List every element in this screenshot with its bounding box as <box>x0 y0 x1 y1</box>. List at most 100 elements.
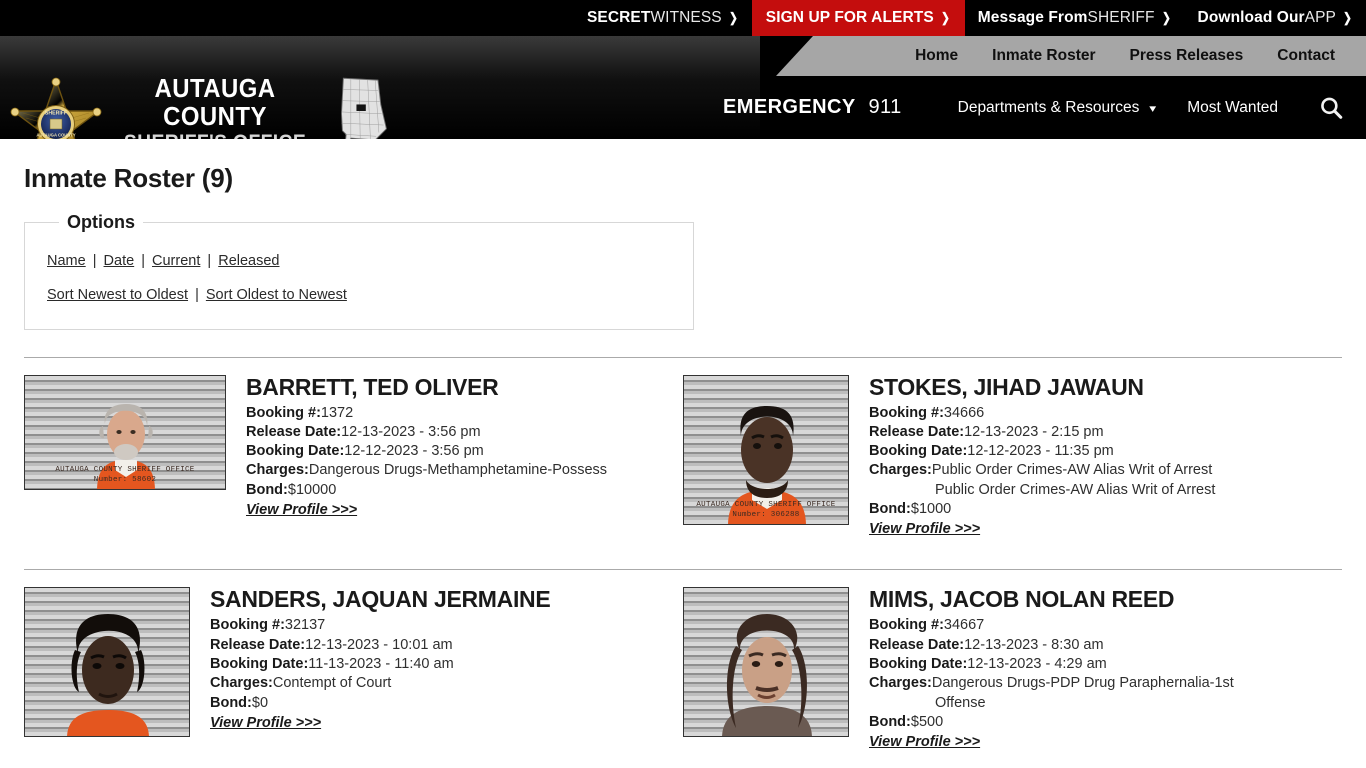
chevron-right-icon: ❯ <box>1343 10 1352 25</box>
chevron-right-icon: ❯ <box>1161 10 1171 25</box>
nav-contact[interactable]: Contact <box>1260 47 1352 65</box>
options-sort-row: Sort Newest to Oldest | Sort Oldest to N… <box>47 285 693 307</box>
chevron-right-icon: ❯ <box>940 10 950 25</box>
topbar-label-light: SHERIFF <box>1087 9 1155 26</box>
option-sort-newest-to-oldest[interactable]: Sort Newest to Oldest <box>47 287 188 303</box>
inmate-booking-date: Booking Date:12-12-2023 - 3:56 pm <box>246 442 675 461</box>
field-label: Bond: <box>869 713 911 730</box>
topbar-item-secret-witness[interactable]: SECRET WITNESS ❯ <box>574 0 752 36</box>
field-value: Dangerous Drugs-Methamphetamine-Possess <box>308 462 608 479</box>
option-date[interactable]: Date <box>104 253 135 269</box>
inmate-booking-date: Booking Date:12-13-2023 - 4:29 am <box>869 655 1334 674</box>
topbar-item-message-from-sheriff[interactable]: Message From SHERIFF ❯ <box>965 0 1185 36</box>
mugshot-container: AUTAUGA COUNTY SHERIFF OFFICE Number: 58… <box>24 374 226 539</box>
mugshot-caption: AUTAUGA COUNTY SHERIFF OFFICE Number: 30… <box>684 500 848 520</box>
topbar-item-download-our-app[interactable]: Download Our APP ❯ <box>1185 0 1366 36</box>
mugshot-image <box>683 587 849 738</box>
field-value: 12-13-2023 - 10:01 am <box>305 636 453 653</box>
mugshot-image <box>24 587 190 738</box>
mugshot-image: AUTAUGA COUNTY SHERIFF OFFICE Number: 30… <box>683 374 849 525</box>
roster-row: AUTAUGA COUNTY SHERIFF OFFICE Number: 58… <box>24 356 1342 539</box>
option-separator: | <box>207 253 212 269</box>
inmate-booking-number: Booking #:34667 <box>869 616 1334 635</box>
inmate-booking-number: Booking #:32137 <box>210 616 675 635</box>
mugshot-subject <box>722 614 812 737</box>
field-label: Booking #: <box>210 617 285 634</box>
field-value: Contempt of Court <box>272 675 392 692</box>
inmate-bond: Bond:$0 <box>210 694 675 713</box>
topbar-label-strong: Download Our <box>1197 9 1305 26</box>
inmate-card: SANDERS, JAQUAN JERMAINE Booking #:32137… <box>24 587 683 751</box>
option-sort-oldest-to-newest[interactable]: Sort Oldest to Newest <box>206 287 347 303</box>
field-label: Charges: <box>210 675 273 692</box>
inmate-name: STOKES, JIHAD JAWAUN <box>869 373 1144 400</box>
field-value: $1000 <box>910 501 952 518</box>
topbar-item-sign-up-for-alerts[interactable]: SIGN UP FOR ALERTS ❯ <box>751 0 965 36</box>
nav-departments-and-resources[interactable]: Departments & Resources ▾ <box>942 99 1172 117</box>
departments-label: Departments & Resources <box>957 98 1140 116</box>
field-value: 12-13-2023 - 3:56 pm <box>341 423 481 440</box>
inmate-card: AUTAUGA COUNTY SHERIFF OFFICE Number: 30… <box>683 373 1342 539</box>
org-title-block: AUTAUGA COUNTY SHERIFF'S OFFICE Phone: 3… <box>104 74 326 139</box>
topbar-label-light: WITNESS <box>650 9 722 26</box>
search-icon[interactable] <box>1316 93 1346 123</box>
view-profile-link[interactable]: View Profile >>> <box>246 502 357 518</box>
nav-home[interactable]: Home <box>898 47 975 65</box>
nav-most-wanted[interactable]: Most Wanted <box>1171 99 1294 117</box>
field-label: Charges: <box>246 462 309 479</box>
site-header: SHERIFF AUTAUGA COUNTY AUTAUGA COUNTY SH… <box>0 36 1366 139</box>
option-name[interactable]: Name <box>47 253 86 269</box>
nav-inmate-roster[interactable]: Inmate Roster <box>975 47 1112 65</box>
view-profile-link[interactable]: View Profile >>> <box>869 734 980 750</box>
sheriff-star-badge-icon: SHERIFF AUTAUGA COUNTY <box>6 72 106 139</box>
field-value: $500 <box>910 713 944 730</box>
inmate-charges: Charges:Contempt of Court <box>210 674 675 693</box>
svg-text:AUTAUGA COUNTY: AUTAUGA COUNTY <box>36 133 76 138</box>
mugshot-container <box>683 587 849 751</box>
field-label: Release Date: <box>869 636 965 653</box>
org-name-line2: SHERIFF'S OFFICE <box>113 130 317 139</box>
mugshot-caption-line1: AUTAUGA COUNTY SHERIFF OFFICE <box>55 466 195 475</box>
inmate-booking-date: Booking Date:12-12-2023 - 11:35 pm <box>869 442 1334 461</box>
mugshot-image: AUTAUGA COUNTY SHERIFF OFFICE Number: 58… <box>24 374 226 490</box>
chevron-right-icon: ❯ <box>728 10 738 25</box>
inmate-booking-number: Booking #:1372 <box>246 404 675 423</box>
field-label: Booking Date: <box>210 656 309 673</box>
chevron-down-icon: ▾ <box>1149 102 1156 115</box>
inmate-release-date: Release Date:12-13-2023 - 3:56 pm <box>246 423 675 442</box>
field-value: 32137 <box>284 617 326 634</box>
options-panel: Options Name | Date | Current | Released… <box>24 212 694 330</box>
option-current[interactable]: Current <box>152 253 200 269</box>
field-label: Release Date: <box>869 423 965 440</box>
field-value: Public Order Crimes-AW Alias Writ of Arr… <box>931 462 1213 479</box>
topbar-label-light: APP <box>1304 9 1336 26</box>
field-label: Charges: <box>869 462 932 479</box>
mugshot-caption-line2: Number: 306288 <box>732 511 800 520</box>
field-label: Booking Date: <box>869 443 968 460</box>
inmate-release-date: Release Date:12-13-2023 - 8:30 am <box>869 636 1334 655</box>
field-label: Booking Date: <box>246 443 345 460</box>
inmate-info: SANDERS, JAQUAN JERMAINE Booking #:32137… <box>190 587 675 751</box>
option-released[interactable]: Released <box>218 253 279 269</box>
view-profile-link[interactable]: View Profile >>> <box>869 521 980 537</box>
inmate-name: BARRETT, TED OLIVER <box>246 373 499 400</box>
mugshot-subject <box>67 614 149 737</box>
emergency-label: EMERGENCY <box>723 96 856 118</box>
option-separator: | <box>141 253 145 269</box>
field-value: 12-13-2023 - 4:29 am <box>967 656 1107 673</box>
option-separator: | <box>195 286 199 303</box>
topbar-label-strong: SIGN UP FOR ALERTS <box>765 9 934 26</box>
field-value: $10000 <box>287 481 337 498</box>
mugshot-caption-line2: Number: 58602 <box>93 476 157 485</box>
field-label: Booking #: <box>246 404 321 421</box>
topbar-label-strong: Message From <box>977 9 1088 26</box>
inmate-info: STOKES, JIHAD JAWAUN Booking #:34666 Rel… <box>849 373 1334 539</box>
option-separator: | <box>92 253 97 269</box>
mugshot-container <box>24 587 190 751</box>
inmate-info: BARRETT, TED OLIVER Booking #:1372 Relea… <box>226 373 675 539</box>
inmate-info: MIMS, JACOB NOLAN REED Booking #:34667 R… <box>849 587 1334 751</box>
nav-press-releases[interactable]: Press Releases <box>1113 47 1261 65</box>
view-profile-link[interactable]: View Profile >>> <box>210 715 321 731</box>
roster-row: SANDERS, JAQUAN JERMAINE Booking #:32137… <box>24 569 1342 751</box>
field-label: Bond: <box>246 481 288 498</box>
